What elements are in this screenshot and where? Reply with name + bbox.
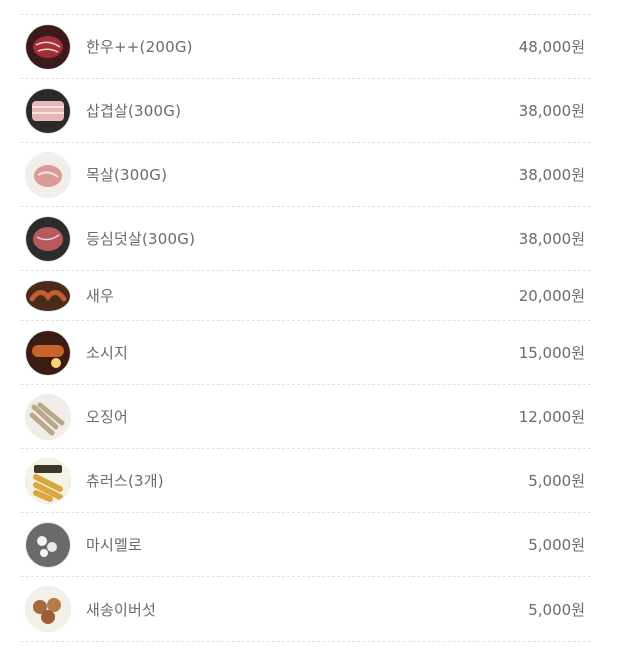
item-price: 38,000원 bbox=[518, 166, 585, 184]
item-price: 48,000원 bbox=[518, 38, 585, 56]
item-name: 소시지 bbox=[86, 344, 129, 362]
list-item[interactable]: 등심덧살(300G) 38,000원 bbox=[21, 207, 591, 271]
list-item[interactable]: 새송이버섯 5,000원 bbox=[21, 577, 591, 642]
item-name: 새송이버섯 bbox=[86, 600, 157, 619]
item-name: 츄러스(3개) bbox=[86, 472, 164, 490]
item-price: 38,000원 bbox=[518, 230, 585, 248]
list-item[interactable]: 마시멜로 5,000원 bbox=[21, 513, 591, 577]
beef-icon bbox=[26, 24, 70, 69]
squid-icon bbox=[26, 394, 70, 439]
item-name: 오징어 bbox=[86, 408, 129, 426]
pork-belly-icon bbox=[26, 88, 70, 133]
sirloin-icon bbox=[26, 216, 70, 261]
list-item[interactable]: 츄러스(3개) 5,000원 bbox=[21, 449, 591, 513]
list-item[interactable]: 한우++(200G) 48,000원 bbox=[21, 15, 591, 79]
pork-neck-icon bbox=[26, 152, 70, 197]
item-name: 한우++(200G) bbox=[86, 38, 193, 56]
menu-list: 한우++(200G) 48,000원 삽겹살(300G) 38,000원 목살(… bbox=[21, 14, 591, 642]
item-price: 5,000원 bbox=[528, 536, 585, 554]
item-name: 등심덧살(300G) bbox=[86, 230, 196, 248]
item-price: 5,000원 bbox=[528, 472, 585, 490]
mushroom-icon bbox=[26, 587, 70, 631]
item-name: 새우 bbox=[86, 287, 115, 305]
item-name: 목살(300G) bbox=[86, 166, 168, 184]
churros-icon bbox=[26, 458, 70, 503]
list-item[interactable]: 새우 20,000원 bbox=[21, 271, 591, 321]
list-item[interactable]: 삽겹살(300G) 38,000원 bbox=[21, 79, 591, 143]
list-item[interactable]: 오징어 12,000원 bbox=[21, 385, 591, 449]
item-price: 5,000원 bbox=[528, 600, 585, 619]
item-name: 삽겹살(300G) bbox=[86, 102, 182, 120]
shrimp-icon bbox=[26, 280, 70, 311]
sausage-icon bbox=[26, 330, 70, 375]
item-price: 15,000원 bbox=[518, 344, 585, 362]
marshmallow-icon bbox=[26, 522, 70, 567]
item-name: 마시멜로 bbox=[86, 536, 143, 554]
item-price: 20,000원 bbox=[518, 287, 585, 305]
list-item[interactable]: 목살(300G) 38,000원 bbox=[21, 143, 591, 207]
item-price: 38,000원 bbox=[518, 102, 585, 120]
list-item[interactable]: 소시지 15,000원 bbox=[21, 321, 591, 385]
item-price: 12,000원 bbox=[518, 408, 585, 426]
